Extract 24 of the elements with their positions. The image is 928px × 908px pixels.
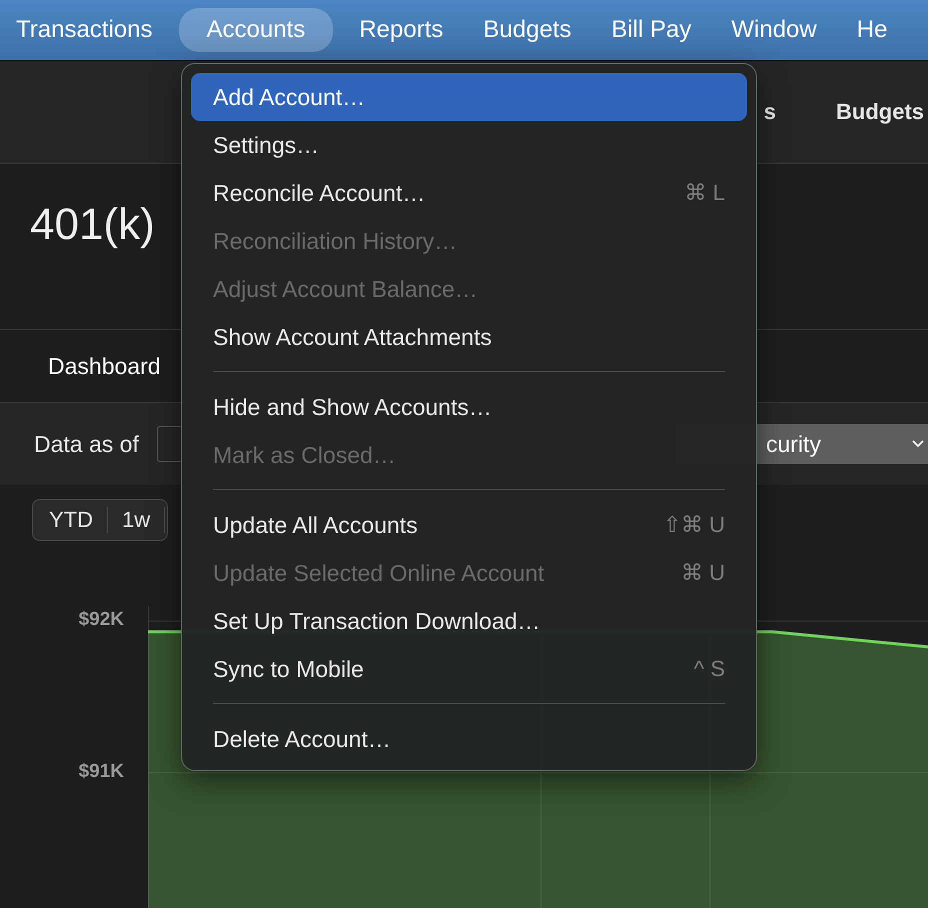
menu-bar-item[interactable]: Reports: [345, 8, 458, 52]
menu-item[interactable]: Show Account Attachments: [191, 313, 747, 361]
menu-item[interactable]: Set Up Transaction Download…: [191, 597, 747, 645]
menu-item[interactable]: Update All Accounts ⇧⌘ U: [191, 501, 747, 549]
menu-item[interactable]: Reconcile Account… ⌘ L: [191, 169, 747, 217]
range-button[interactable]: YTD: [35, 507, 108, 533]
menu-item[interactable]: Settings…: [191, 121, 747, 169]
menu-bar-item[interactable]: Bill Pay: [597, 8, 706, 52]
y-axis-label: $92K: [78, 609, 124, 632]
menu-bar-item[interactable]: Budgets: [469, 8, 586, 52]
range-button[interactable]: 1w: [108, 507, 166, 533]
menu-item[interactable]: Add Account…: [191, 73, 747, 121]
menu-item[interactable]: Delete Account…: [191, 715, 747, 763]
tab[interactable]: Dashboard: [48, 352, 161, 380]
menu-bar-item[interactable]: He: [842, 8, 902, 52]
chevron-icon: [912, 440, 924, 448]
filter-label: Data as of: [34, 430, 139, 458]
account-title: 401(k): [30, 200, 155, 249]
y-axis-label: $91K: [78, 760, 124, 783]
menu-bar-item[interactable]: Window: [717, 8, 831, 52]
toolbar-item[interactable]: Budgets: [836, 99, 924, 125]
menu-item[interactable]: Sync to Mobile ^ S: [191, 645, 747, 693]
toolbar-item[interactable]: s: [764, 99, 776, 125]
menu-bar-item[interactable]: Transactions: [2, 8, 166, 52]
